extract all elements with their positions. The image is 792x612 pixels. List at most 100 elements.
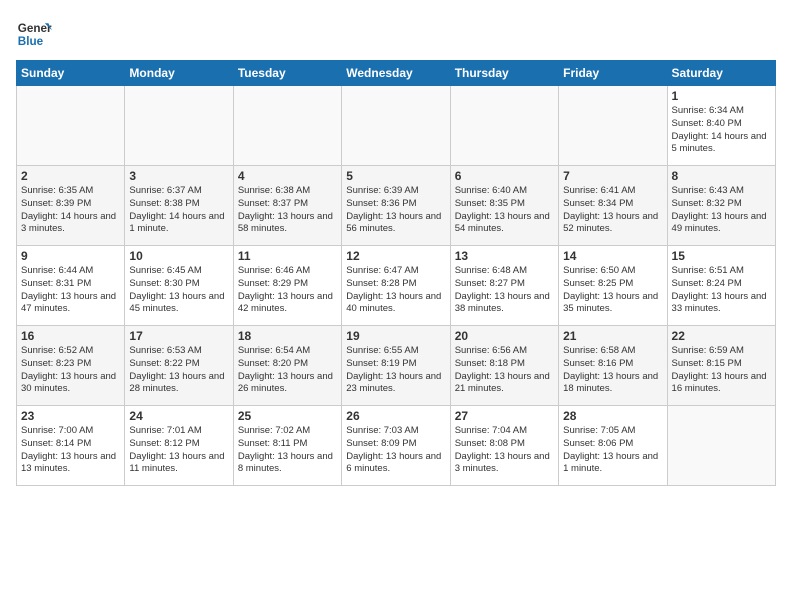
day-number: 12: [346, 249, 445, 263]
day-number: 20: [455, 329, 554, 343]
weekday-header-saturday: Saturday: [667, 61, 775, 86]
logo: General Blue: [16, 16, 52, 52]
weekday-header-tuesday: Tuesday: [233, 61, 341, 86]
svg-text:Blue: Blue: [18, 35, 44, 48]
day-info: Sunrise: 6:35 AM Sunset: 8:39 PM Dayligh…: [21, 185, 120, 236]
logo-icon: General Blue: [16, 16, 52, 52]
day-number: 16: [21, 329, 120, 343]
day-info: Sunrise: 6:58 AM Sunset: 8:16 PM Dayligh…: [563, 345, 662, 396]
calendar-cell: 26 Sunrise: 7:03 AM Sunset: 8:09 PM Dayli…: [342, 406, 450, 486]
day-number: 19: [346, 329, 445, 343]
weekday-header-thursday: Thursday: [450, 61, 558, 86]
calendar-cell: [125, 86, 233, 166]
day-number: 17: [129, 329, 228, 343]
day-number: 9: [21, 249, 120, 263]
day-info: Sunrise: 7:05 AM Sunset: 8:06 PM Dayligh…: [563, 425, 662, 476]
day-number: 24: [129, 409, 228, 423]
day-info: Sunrise: 6:34 AM Sunset: 8:40 PM Dayligh…: [672, 105, 771, 156]
day-info: Sunrise: 6:53 AM Sunset: 8:22 PM Dayligh…: [129, 345, 228, 396]
calendar-week-row: 2 Sunrise: 6:35 AM Sunset: 8:39 PM Daylig…: [17, 166, 776, 246]
calendar-cell: 2 Sunrise: 6:35 AM Sunset: 8:39 PM Daylig…: [17, 166, 125, 246]
day-info: Sunrise: 6:43 AM Sunset: 8:32 PM Dayligh…: [672, 185, 771, 236]
calendar-cell: 13 Sunrise: 6:48 AM Sunset: 8:27 PM Dayli…: [450, 246, 558, 326]
calendar-week-row: 1 Sunrise: 6:34 AM Sunset: 8:40 PM Daylig…: [17, 86, 776, 166]
day-info: Sunrise: 6:45 AM Sunset: 8:30 PM Dayligh…: [129, 265, 228, 316]
calendar-cell: 28 Sunrise: 7:05 AM Sunset: 8:06 PM Dayli…: [559, 406, 667, 486]
day-number: 7: [563, 169, 662, 183]
day-number: 26: [346, 409, 445, 423]
calendar-cell: 12 Sunrise: 6:47 AM Sunset: 8:28 PM Dayli…: [342, 246, 450, 326]
calendar-cell: [450, 86, 558, 166]
calendar-cell: 23 Sunrise: 7:00 AM Sunset: 8:14 PM Dayli…: [17, 406, 125, 486]
weekday-header-monday: Monday: [125, 61, 233, 86]
page-header: General Blue: [16, 16, 776, 52]
calendar-cell: [342, 86, 450, 166]
calendar-cell: 21Sunrise: 6:58 AM Sunset: 8:16 PM Dayli…: [559, 326, 667, 406]
day-info: Sunrise: 6:39 AM Sunset: 8:36 PM Dayligh…: [346, 185, 445, 236]
calendar-cell: 14 Sunrise: 6:50 AM Sunset: 8:25 PM Dayli…: [559, 246, 667, 326]
day-number: 4: [238, 169, 337, 183]
calendar-cell: [17, 86, 125, 166]
calendar-cell: 9 Sunrise: 6:44 AM Sunset: 8:31 PM Daylig…: [17, 246, 125, 326]
weekday-header-friday: Friday: [559, 61, 667, 86]
calendar-cell: 6Sunrise: 6:40 AM Sunset: 8:35 PM Daylig…: [450, 166, 558, 246]
day-info: Sunrise: 6:59 AM Sunset: 8:15 PM Dayligh…: [672, 345, 771, 396]
day-info: Sunrise: 7:02 AM Sunset: 8:11 PM Dayligh…: [238, 425, 337, 476]
weekday-header-row: SundayMondayTuesdayWednesdayThursdayFrid…: [17, 61, 776, 86]
day-number: 1: [672, 89, 771, 103]
day-info: Sunrise: 6:54 AM Sunset: 8:20 PM Dayligh…: [238, 345, 337, 396]
weekday-header-sunday: Sunday: [17, 61, 125, 86]
day-info: Sunrise: 6:44 AM Sunset: 8:31 PM Dayligh…: [21, 265, 120, 316]
calendar-cell: 18 Sunrise: 6:54 AM Sunset: 8:20 PM Dayli…: [233, 326, 341, 406]
calendar-cell: 16 Sunrise: 6:52 AM Sunset: 8:23 PM Dayli…: [17, 326, 125, 406]
day-number: 15: [672, 249, 771, 263]
calendar-cell: [233, 86, 341, 166]
weekday-header-wednesday: Wednesday: [342, 61, 450, 86]
day-number: 5: [346, 169, 445, 183]
calendar-cell: 8 Sunrise: 6:43 AM Sunset: 8:32 PM Daylig…: [667, 166, 775, 246]
calendar-cell: [559, 86, 667, 166]
calendar-cell: [667, 406, 775, 486]
day-number: 27: [455, 409, 554, 423]
calendar-cell: 19 Sunrise: 6:55 AM Sunset: 8:19 PM Dayli…: [342, 326, 450, 406]
calendar-cell: 24 Sunrise: 7:01 AM Sunset: 8:12 PM Dayli…: [125, 406, 233, 486]
day-info: Sunrise: 6:41 AM Sunset: 8:34 PM Dayligh…: [563, 185, 662, 236]
day-number: 11: [238, 249, 337, 263]
calendar-cell: 20 Sunrise: 6:56 AM Sunset: 8:18 PM Dayli…: [450, 326, 558, 406]
day-number: 10: [129, 249, 228, 263]
day-info: Sunrise: 7:00 AM Sunset: 8:14 PM Dayligh…: [21, 425, 120, 476]
day-info: Sunrise: 6:38 AM Sunset: 8:37 PM Dayligh…: [238, 185, 337, 236]
day-number: 18: [238, 329, 337, 343]
calendar-cell: 17 Sunrise: 6:53 AM Sunset: 8:22 PM Dayli…: [125, 326, 233, 406]
day-info: Sunrise: 6:40 AM Sunset: 8:35 PM Dayligh…: [455, 185, 554, 236]
day-number: 14: [563, 249, 662, 263]
calendar-cell: 27Sunrise: 7:04 AM Sunset: 8:08 PM Dayli…: [450, 406, 558, 486]
calendar-week-row: 9 Sunrise: 6:44 AM Sunset: 8:31 PM Daylig…: [17, 246, 776, 326]
day-info: Sunrise: 6:56 AM Sunset: 8:18 PM Dayligh…: [455, 345, 554, 396]
day-number: 3: [129, 169, 228, 183]
day-number: 2: [21, 169, 120, 183]
day-number: 8: [672, 169, 771, 183]
day-number: 25: [238, 409, 337, 423]
calendar-cell: 3 Sunrise: 6:37 AM Sunset: 8:38 PM Daylig…: [125, 166, 233, 246]
calendar-cell: 4 Sunrise: 6:38 AM Sunset: 8:37 PM Daylig…: [233, 166, 341, 246]
day-number: 13: [455, 249, 554, 263]
day-info: Sunrise: 6:48 AM Sunset: 8:27 PM Dayligh…: [455, 265, 554, 316]
day-info: Sunrise: 6:50 AM Sunset: 8:25 PM Dayligh…: [563, 265, 662, 316]
calendar-cell: 22 Sunrise: 6:59 AM Sunset: 8:15 PM Dayli…: [667, 326, 775, 406]
day-info: Sunrise: 6:37 AM Sunset: 8:38 PM Dayligh…: [129, 185, 228, 236]
calendar-cell: 25 Sunrise: 7:02 AM Sunset: 8:11 PM Dayli…: [233, 406, 341, 486]
day-info: Sunrise: 6:47 AM Sunset: 8:28 PM Dayligh…: [346, 265, 445, 316]
calendar-week-row: 23 Sunrise: 7:00 AM Sunset: 8:14 PM Dayli…: [17, 406, 776, 486]
day-number: 22: [672, 329, 771, 343]
calendar-cell: 5 Sunrise: 6:39 AM Sunset: 8:36 PM Daylig…: [342, 166, 450, 246]
day-info: Sunrise: 6:46 AM Sunset: 8:29 PM Dayligh…: [238, 265, 337, 316]
day-info: Sunrise: 6:52 AM Sunset: 8:23 PM Dayligh…: [21, 345, 120, 396]
day-number: 23: [21, 409, 120, 423]
day-info: Sunrise: 7:01 AM Sunset: 8:12 PM Dayligh…: [129, 425, 228, 476]
calendar-table: SundayMondayTuesdayWednesdayThursdayFrid…: [16, 60, 776, 486]
calendar-cell: 1 Sunrise: 6:34 AM Sunset: 8:40 PM Daylig…: [667, 86, 775, 166]
day-info: Sunrise: 7:03 AM Sunset: 8:09 PM Dayligh…: [346, 425, 445, 476]
day-info: Sunrise: 6:55 AM Sunset: 8:19 PM Dayligh…: [346, 345, 445, 396]
day-number: 28: [563, 409, 662, 423]
